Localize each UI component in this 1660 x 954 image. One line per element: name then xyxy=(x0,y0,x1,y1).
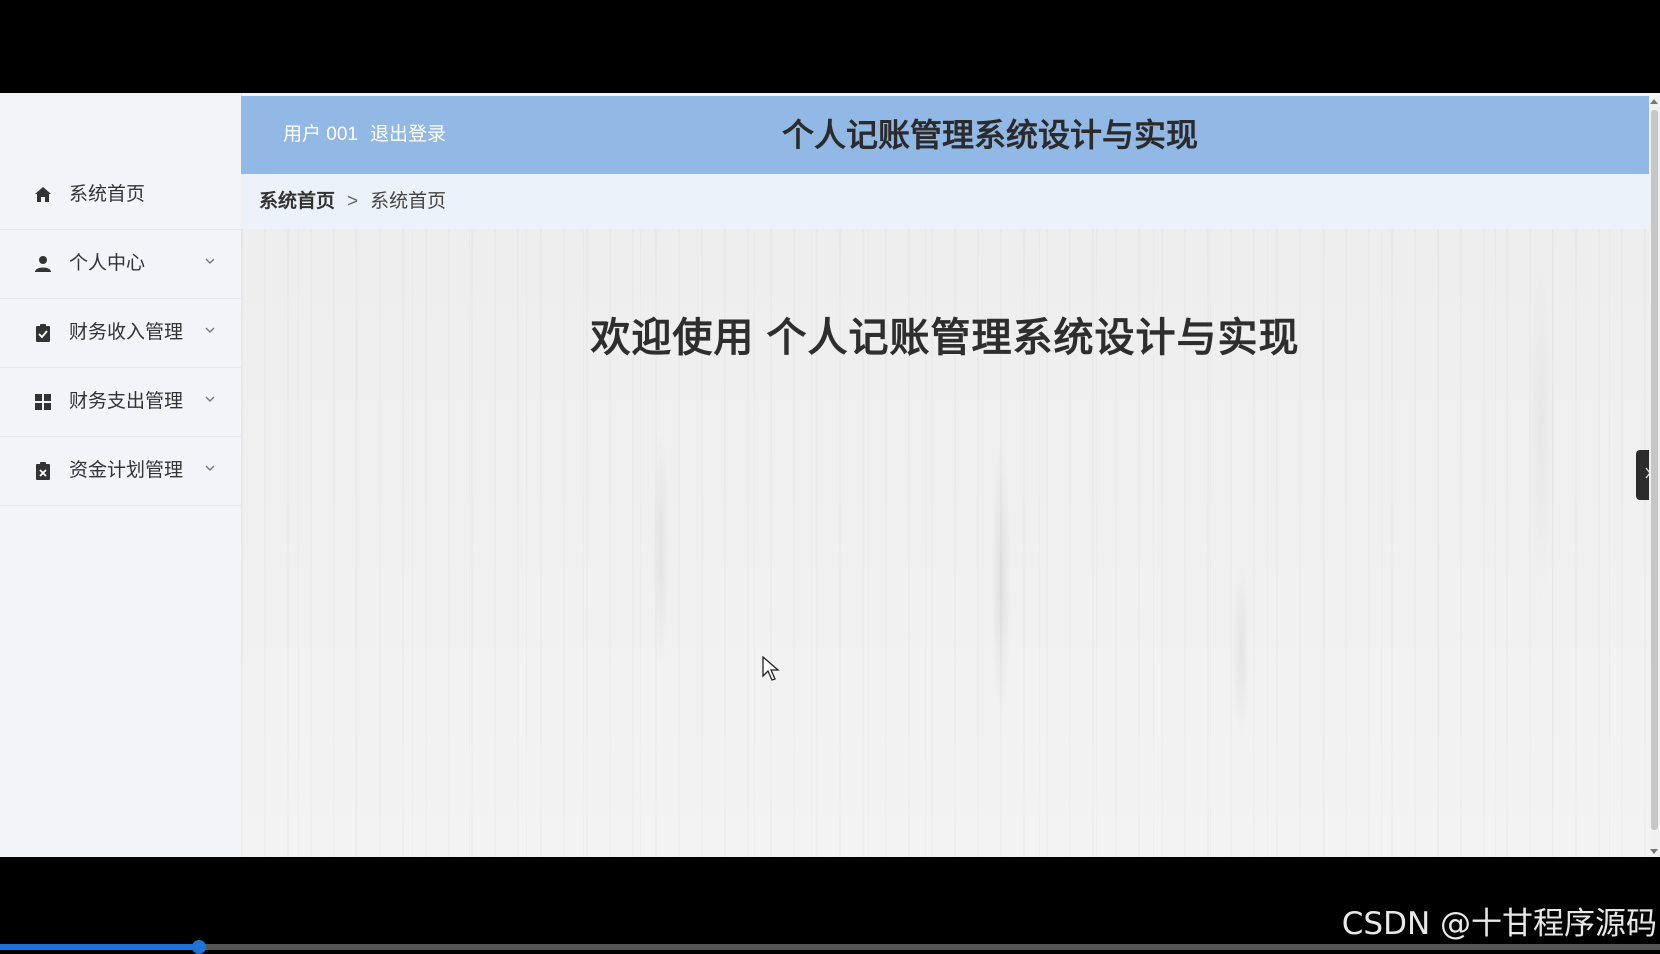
scroll-up-icon[interactable] xyxy=(1650,99,1658,104)
sidebar-item-expense[interactable]: 财务支出管理 xyxy=(0,368,241,437)
video-progress-knob[interactable] xyxy=(192,940,207,954)
sidebar-item-label: 财务收入管理 xyxy=(69,322,184,343)
breadcrumb: 系统首页 > 系统首页 xyxy=(241,174,1649,230)
grid-icon xyxy=(33,392,53,412)
sidebar: 系统首页 个人中心 财务收入管理 财务支出管理 资金计划管理 xyxy=(0,93,242,857)
breadcrumb-home-link[interactable]: 系统首页 xyxy=(259,191,335,212)
clipboard-x-icon xyxy=(33,461,53,481)
sidebar-item-home[interactable]: 系统首页 xyxy=(0,161,241,230)
video-progress-fill xyxy=(0,944,200,950)
sidebar-menu: 系统首页 个人中心 财务收入管理 财务支出管理 资金计划管理 xyxy=(0,161,241,506)
user-icon xyxy=(33,254,53,274)
scrollbar-thumb[interactable] xyxy=(1651,110,1658,830)
sidebar-item-label: 财务支出管理 xyxy=(69,391,184,412)
app-window: 系统首页 个人中心 财务收入管理 财务支出管理 资金计划管理 用户 001 退出… xyxy=(0,93,1660,857)
sidebar-item-fund-plan[interactable]: 资金计划管理 xyxy=(0,437,241,506)
breadcrumb-separator: > xyxy=(347,191,359,212)
chevron-down-icon xyxy=(205,394,215,404)
sidebar-item-personal-center[interactable]: 个人中心 xyxy=(0,230,241,299)
chevron-down-icon xyxy=(205,256,215,266)
top-header: 用户 001 退出登录 个人记账管理系统设计与实现 xyxy=(241,96,1649,174)
mouse-cursor-icon xyxy=(762,656,780,681)
video-progress-bar[interactable] xyxy=(0,940,1660,954)
sidebar-item-label: 个人中心 xyxy=(69,253,146,274)
clipboard-check-icon xyxy=(33,323,53,343)
welcome-heading: 欢迎使用 个人记账管理系统设计与实现 xyxy=(590,316,1300,360)
chevron-down-icon xyxy=(205,463,215,473)
scroll-down-icon[interactable] xyxy=(1650,849,1658,854)
sidebar-item-label: 系统首页 xyxy=(69,184,146,205)
app-title: 个人记账管理系统设计与实现 xyxy=(781,117,1198,153)
watermark: CSDN @十甘程序源码 xyxy=(1341,906,1657,942)
chevron-down-icon xyxy=(205,325,215,335)
page-scrollbar[interactable] xyxy=(1649,96,1660,857)
sidebar-item-income[interactable]: 财务收入管理 xyxy=(0,299,241,368)
main-content: 欢迎使用 个人记账管理系统设计与实现 xyxy=(241,229,1649,857)
breadcrumb-current: 系统首页 xyxy=(370,191,447,212)
home-icon xyxy=(33,185,53,205)
sidebar-item-label: 资金计划管理 xyxy=(69,460,184,481)
